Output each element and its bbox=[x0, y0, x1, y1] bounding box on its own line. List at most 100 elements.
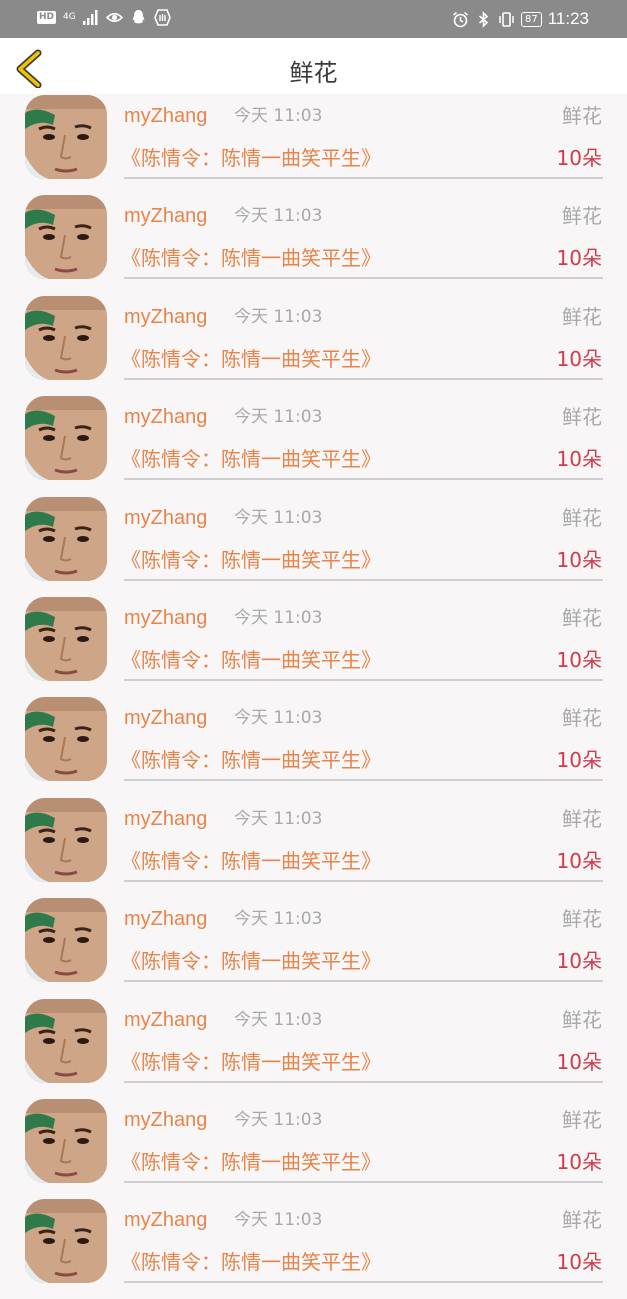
divider bbox=[124, 478, 603, 481]
avatar[interactable] bbox=[25, 95, 107, 179]
work-title-link[interactable]: 《陈情令：陈情一曲笑平生》 bbox=[121, 1048, 381, 1076]
list-item[interactable]: myZhang 今天 11:03 鲜花 《陈情令：陈情一曲笑平生》 10朵 bbox=[0, 94, 627, 194]
work-title-link[interactable]: 《陈情令：陈情一曲笑平生》 bbox=[121, 144, 381, 172]
avatar-image bbox=[25, 697, 107, 782]
avatar[interactable] bbox=[25, 998, 107, 1083]
list-item[interactable]: myZhang 今天 11:03 鲜花 《陈情令：陈情一曲笑平生》 10朵 bbox=[0, 395, 627, 495]
status-time: 11:23 bbox=[547, 9, 589, 28]
gift-type: 鲜花 bbox=[562, 505, 602, 530]
signal-icon bbox=[83, 10, 98, 25]
gift-count: 10朵 bbox=[556, 1049, 602, 1074]
user-name[interactable]: myZhang bbox=[124, 1107, 207, 1133]
avatar[interactable] bbox=[25, 697, 107, 782]
divider bbox=[124, 1180, 603, 1183]
user-name[interactable]: myZhang bbox=[124, 605, 207, 631]
work-title-link[interactable]: 《陈情令：陈情一曲笑平生》 bbox=[121, 847, 381, 875]
avatar-image bbox=[25, 295, 107, 380]
shield-icon bbox=[154, 9, 171, 26]
gift-type: 鲜花 bbox=[562, 1007, 602, 1032]
list-item[interactable]: myZhang 今天 11:03 鲜花 《陈情令：陈情一曲笑平生》 10朵 bbox=[0, 696, 627, 796]
divider bbox=[124, 980, 603, 983]
list-item[interactable]: myZhang 今天 11:03 鲜花 《陈情令：陈情一曲笑平生》 10朵 bbox=[0, 496, 627, 596]
alarm-icon bbox=[453, 11, 468, 27]
user-name[interactable]: myZhang bbox=[124, 404, 207, 430]
timestamp: 今天 11:03 bbox=[234, 708, 323, 729]
avatar[interactable] bbox=[25, 1199, 107, 1284]
timestamp: 今天 11:03 bbox=[234, 507, 323, 528]
hd-badge: HD bbox=[37, 11, 57, 24]
timestamp: 今天 11:03 bbox=[234, 1009, 323, 1030]
user-name[interactable]: myZhang bbox=[124, 906, 207, 932]
user-name[interactable]: myZhang bbox=[124, 806, 207, 832]
timestamp: 今天 11:03 bbox=[234, 407, 323, 428]
list-item[interactable]: myZhang 今天 11:03 鲜花 《陈情令：陈情一曲笑平生》 10朵 bbox=[0, 194, 627, 294]
divider bbox=[124, 678, 603, 681]
avatar-image bbox=[25, 797, 107, 882]
timestamp: 今天 11:03 bbox=[234, 808, 323, 829]
work-title-link[interactable]: 《陈情令：陈情一曲笑平生》 bbox=[121, 445, 381, 473]
user-name[interactable]: myZhang bbox=[124, 103, 207, 129]
list-item[interactable]: myZhang 今天 11:03 鲜花 《陈情令：陈情一曲笑平生》 10朵 bbox=[0, 596, 627, 696]
avatar[interactable] bbox=[25, 295, 107, 380]
list-item[interactable]: myZhang 今天 11:03 鲜花 《陈情令：陈情一曲笑平生》 10朵 bbox=[0, 295, 627, 395]
list-item[interactable]: myZhang 今天 11:03 鲜花 《陈情令：陈情一曲笑平生》 10朵 bbox=[0, 1198, 627, 1298]
work-title-link[interactable]: 《陈情令：陈情一曲笑平生》 bbox=[121, 1148, 381, 1176]
work-title-link[interactable]: 《陈情令：陈情一曲笑平生》 bbox=[121, 1248, 381, 1276]
work-title-link[interactable]: 《陈情令：陈情一曲笑平生》 bbox=[121, 646, 381, 674]
work-title-link[interactable]: 《陈情令：陈情一曲笑平生》 bbox=[121, 546, 381, 574]
avatar-image bbox=[25, 396, 107, 481]
gift-type: 鲜花 bbox=[562, 806, 602, 831]
list-item[interactable]: myZhang 今天 11:03 鲜花 《陈情令：陈情一曲笑平生》 10朵 bbox=[0, 1098, 627, 1198]
gift-type: 鲜花 bbox=[562, 104, 602, 128]
network-type: 4G bbox=[63, 12, 76, 22]
timestamp: 今天 11:03 bbox=[234, 206, 323, 227]
divider bbox=[124, 1281, 603, 1284]
gift-type: 鲜花 bbox=[562, 1107, 602, 1132]
user-name[interactable]: myZhang bbox=[124, 304, 207, 330]
divider bbox=[124, 277, 603, 280]
gift-type: 鲜花 bbox=[562, 605, 602, 630]
gift-count: 10朵 bbox=[556, 848, 602, 873]
timestamp: 今天 11:03 bbox=[234, 1210, 323, 1231]
work-title-link[interactable]: 《陈情令：陈情一曲笑平生》 bbox=[121, 947, 381, 975]
nav-header: 鲜花 bbox=[0, 38, 627, 94]
list-item[interactable]: myZhang 今天 11:03 鲜花 《陈情令：陈情一曲笑平生》 10朵 bbox=[0, 897, 627, 997]
gift-type: 鲜花 bbox=[562, 304, 602, 329]
work-title-link[interactable]: 《陈情令：陈情一曲笑平生》 bbox=[121, 746, 381, 774]
user-name[interactable]: myZhang bbox=[124, 203, 207, 229]
user-name[interactable]: myZhang bbox=[124, 705, 207, 731]
work-title-link[interactable]: 《陈情令：陈情一曲笑平生》 bbox=[121, 244, 381, 272]
gift-type: 鲜花 bbox=[562, 405, 602, 430]
work-title-link[interactable]: 《陈情令：陈情一曲笑平生》 bbox=[121, 345, 381, 373]
avatar-image bbox=[25, 898, 107, 983]
qq-icon bbox=[132, 10, 145, 24]
avatar[interactable] bbox=[25, 496, 107, 581]
divider bbox=[124, 177, 603, 179]
avatar[interactable] bbox=[25, 797, 107, 882]
list-item[interactable]: myZhang 今天 11:03 鲜花 《陈情令：陈情一曲笑平生》 10朵 bbox=[0, 797, 627, 897]
avatar[interactable] bbox=[25, 1098, 107, 1183]
user-name[interactable]: myZhang bbox=[124, 505, 207, 531]
status-left: HD 4G bbox=[37, 9, 171, 26]
timestamp: 今天 11:03 bbox=[234, 607, 323, 628]
eye-icon bbox=[106, 12, 124, 23]
timestamp: 今天 11:03 bbox=[234, 1109, 323, 1130]
divider bbox=[124, 879, 603, 882]
gift-count: 10朵 bbox=[556, 346, 602, 371]
avatar-image bbox=[25, 998, 107, 1083]
avatar-image bbox=[25, 195, 107, 280]
avatar[interactable] bbox=[25, 195, 107, 280]
avatar[interactable] bbox=[25, 396, 107, 481]
gift-count: 10朵 bbox=[556, 647, 602, 672]
avatar[interactable] bbox=[25, 596, 107, 681]
avatar-image bbox=[25, 1199, 107, 1284]
gift-count: 10朵 bbox=[556, 547, 602, 572]
divider bbox=[124, 1080, 603, 1083]
list-item[interactable]: myZhang 今天 11:03 鲜花 《陈情令：陈情一曲笑平生》 10朵 bbox=[0, 998, 627, 1098]
user-name[interactable]: myZhang bbox=[124, 1007, 207, 1033]
user-name[interactable]: myZhang bbox=[124, 1207, 207, 1233]
gift-type: 鲜花 bbox=[562, 1208, 602, 1233]
divider bbox=[124, 578, 603, 581]
avatar[interactable] bbox=[25, 898, 107, 983]
avatar-image bbox=[25, 596, 107, 681]
